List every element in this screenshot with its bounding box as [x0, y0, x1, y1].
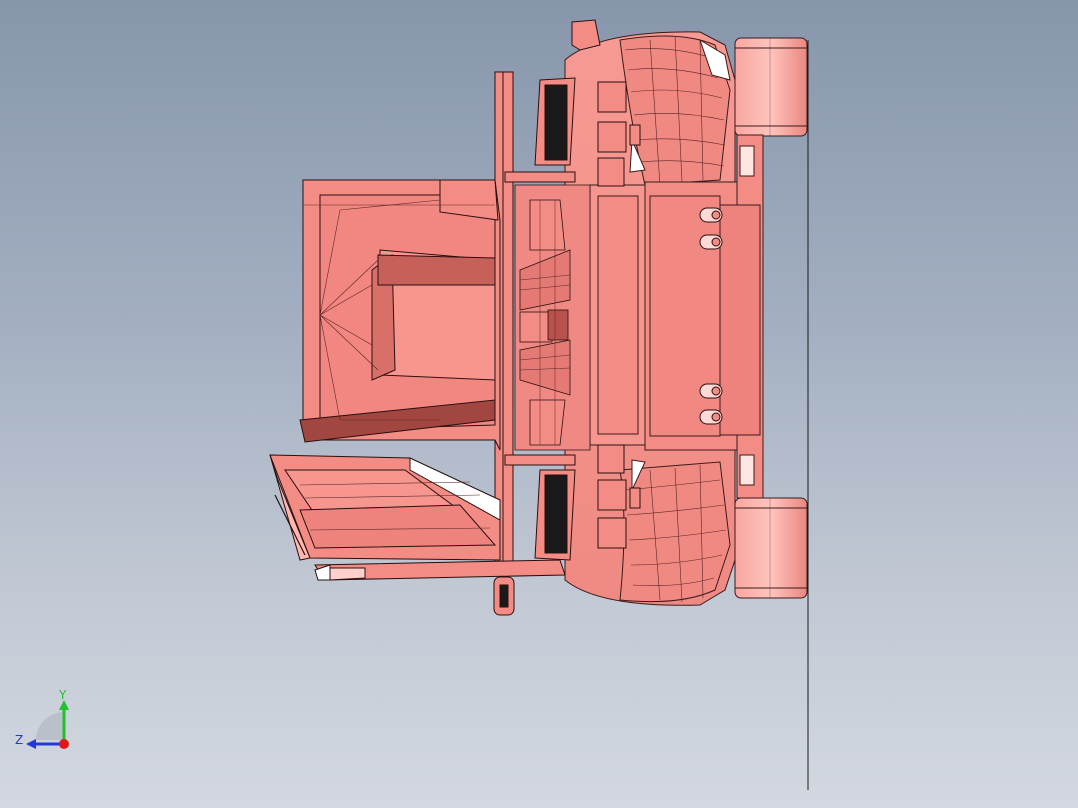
exhaust-3 [699, 383, 723, 399]
side-mirror [493, 576, 515, 616]
triad-arc [36, 712, 64, 740]
side-skirt [314, 559, 566, 581]
graphics-viewport[interactable]: Y Z [0, 0, 1078, 808]
x-axis-dot [59, 739, 69, 749]
top-tab [571, 19, 601, 51]
tire-bottom [734, 497, 808, 599]
tire-top [734, 37, 808, 137]
y-axis-label: Y [58, 688, 67, 702]
exhaust-1 [699, 207, 723, 223]
orientation-triad[interactable]: Y Z [10, 686, 80, 756]
z-axis-label: Z [15, 733, 23, 747]
open-door [269, 454, 501, 561]
front-cabin [299, 179, 501, 451]
exhaust-2 [699, 234, 723, 250]
exhaust-4 [699, 409, 723, 425]
engine-area [514, 184, 591, 451]
rear-panel [589, 181, 761, 451]
car-model-3d-view[interactable] [0, 0, 1078, 808]
z-axis-arrow [26, 739, 36, 749]
